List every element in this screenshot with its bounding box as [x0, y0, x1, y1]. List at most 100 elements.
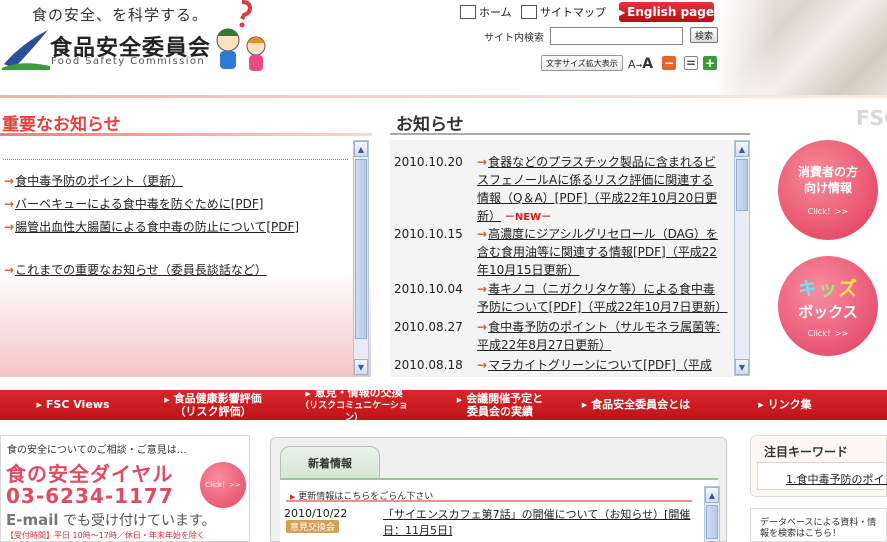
important-link[interactable]: バーベキューによる食中毒を防ぐために[PDF]: [15, 197, 263, 211]
scroll-thumb[interactable]: [736, 159, 748, 211]
arrow-right-icon: →: [4, 220, 15, 234]
list-item: →バーベキューによる食中毒を防ぐために[PDF]: [4, 195, 349, 218]
arrow-right-icon: →: [4, 263, 15, 277]
logo-mark-icon[interactable]: [2, 28, 50, 70]
news-link[interactable]: 食中毒予防のポイント（サルモネラ属菌等: 平成22年8月27日更新）: [477, 320, 720, 352]
important-link[interactable]: 食中毒予防のポイント（更新）: [15, 174, 183, 188]
news-scrollbar[interactable]: ▲ ▼: [734, 140, 750, 376]
consumer-info-button[interactable]: 消費者の方向け情報 Click！>>: [778, 140, 878, 240]
dial-click-button[interactable]: Click！>>: [200, 462, 246, 508]
list-item: →腸管出血性大腸菌による食中毒の防止について[PDF]: [4, 218, 349, 241]
important-title-underline: [0, 133, 372, 136]
list-item: →食中毒予防のポイント（更新）: [4, 172, 349, 195]
kids-click-label: Click！>>: [807, 328, 849, 338]
scroll-thumb[interactable]: [706, 505, 718, 539]
triangle-right-icon: ▶: [758, 401, 764, 409]
keyword-link[interactable]: 1.食中毒予防のポイン: [786, 471, 887, 487]
fsc-watermark: FSC: [856, 106, 887, 130]
nav-about[interactable]: ▶ 食品安全委員会とは: [578, 390, 694, 420]
header-divider: [0, 95, 887, 98]
dial-question: 食の安全についてのご相談・ご意見は…: [7, 445, 187, 456]
latest-scrollbar[interactable]: ▲: [704, 486, 720, 542]
nav-fsc-views[interactable]: ▶ FSC Views: [28, 390, 118, 420]
kids-box-button[interactable]: キッズ ボックス Click！>>: [778, 256, 878, 356]
dial-hours: 【受付時間】平日 10時～17時／休日・年末年始を除く: [6, 531, 205, 540]
site-logo-english: Food Safety Commission: [51, 56, 206, 67]
font-size-indicator: A→A: [628, 56, 654, 72]
font-size-big: A: [642, 56, 654, 72]
important-link[interactable]: 腸管出血性大腸菌による食中毒の防止について[PDF]: [15, 220, 299, 234]
arrow-right-icon: →: [477, 358, 488, 372]
arrow-right-icon: →: [4, 174, 15, 188]
important-scrollbar[interactable]: ▲ ▼: [353, 140, 369, 376]
sitemap-icon: [521, 5, 537, 19]
arrow-right-icon: →: [4, 197, 15, 211]
consumer-info-label: 消費者の方向け情報: [797, 164, 858, 195]
triangle-right-icon: ▶: [581, 401, 588, 409]
font-size-label: 文字サイズ拡大表示: [541, 55, 623, 71]
dial-email-note: E-mail でも受け付けています。: [6, 511, 216, 529]
nav-meetings[interactable]: ▶ 会議開催予定と 委員会の実績: [452, 390, 548, 420]
triangle-right-icon: ▶: [456, 395, 463, 404]
triangle-right-icon: ▶: [619, 7, 626, 17]
dial-phone: 03-6234-1177: [6, 484, 174, 508]
triangle-right-icon: ▶: [305, 389, 311, 398]
triangle-right-icon: ▶: [36, 401, 42, 409]
tab-latest-info[interactable]: 新着情報: [280, 446, 380, 478]
home-icon: [460, 5, 476, 19]
news-link[interactable]: 高濃度にジアシルグリセロール（DAG）を含む食用油等に関連する情報[PDF]（平…: [477, 227, 718, 277]
home-link-label: ホーム: [479, 6, 512, 19]
latest-date: 2010/10/22: [284, 507, 348, 520]
news-date: 2010.10.20: [394, 155, 463, 169]
latest-link[interactable]: 「サイエンスカフェ第7話」の開催について（お知らせ）[開催日：11月5日]: [383, 507, 693, 539]
news-date: 2010.08.27: [394, 320, 463, 334]
news-title-underline: [390, 133, 750, 135]
search-button[interactable]: 検索: [690, 27, 718, 43]
consumer-click-label: Click！>>: [807, 206, 849, 216]
news-date: 2010.08.18: [394, 358, 463, 372]
nav-links[interactable]: ▶ リンク集: [755, 390, 815, 420]
search-label: サイト内検索: [484, 33, 544, 44]
scroll-thumb[interactable]: [355, 159, 367, 339]
arrow-right-icon: →: [477, 227, 488, 241]
font-size-increase-button[interactable]: +: [703, 56, 717, 70]
english-page-button[interactable]: ▶ English page: [619, 2, 714, 22]
important-notices-list: →食中毒予防のポイント（更新） →バーベキューによる食中毒を防ぐために[PDF]…: [4, 172, 349, 284]
keyword-title: 注目キーワード: [764, 445, 849, 459]
latest-hint-underline: [286, 500, 692, 502]
site-search-input[interactable]: [550, 27, 683, 45]
mascot-characters-icon: [216, 0, 266, 71]
arrow-right-icon: →: [477, 320, 488, 334]
kids-title: キッズ: [797, 277, 859, 300]
font-size-reset-button[interactable]: =: [684, 56, 698, 70]
nav-risk-assessment[interactable]: ▶ 食品健康影響評価 （リスク評価）: [158, 390, 268, 420]
sitemap-link[interactable]: サイトマップ: [521, 4, 606, 20]
important-notices-title: 重要なお知らせ: [2, 115, 121, 135]
site-tagline: 食の安全、を科学する。: [32, 6, 209, 24]
news-link[interactable]: マラカイトグリーンについて[PDF]（平成22: [477, 358, 712, 377]
news-link[interactable]: 毒キノコ（ニガクリタケ等）による食中毒予防について[PDF]（平成22年10月7…: [477, 282, 728, 314]
news-date: 2010.10.15: [394, 227, 463, 241]
scroll-up-icon[interactable]: ▲: [354, 141, 368, 157]
arrow-right-icon: →: [477, 155, 488, 169]
dial-name: 食の安全ダイヤル: [6, 462, 174, 486]
scroll-down-icon[interactable]: ▼: [735, 359, 749, 375]
kids-subtitle: ボックス: [798, 302, 858, 321]
nav-risk-communication[interactable]: ▶ 意見・情報の交換 （リスクコミュニケーション）: [298, 386, 410, 423]
list-item: →これまでの重要なお知らせ（委員長談話など）: [4, 261, 349, 284]
english-page-label: English page: [627, 5, 714, 19]
important-archive-link[interactable]: これまでの重要なお知らせ（委員長談話など）: [15, 263, 267, 277]
sitemap-link-label: サイトマップ: [540, 6, 606, 19]
triangle-right-icon: ▶: [164, 395, 170, 404]
scroll-down-icon[interactable]: ▼: [354, 359, 368, 375]
news-date: 2010.10.04: [394, 282, 463, 296]
font-size-decrease-button[interactable]: −: [662, 56, 676, 70]
latest-category-badge: 意見交換会: [286, 520, 340, 533]
header-photo: [716, 0, 887, 98]
home-link[interactable]: ホーム: [460, 4, 512, 20]
scroll-up-icon[interactable]: ▲: [705, 487, 719, 503]
news-panel: 2010.10.20 →食器などのプラスチック製品に含まれるビスフェノールAに係…: [390, 140, 734, 377]
main-nav-bar: ▶ FSC Views ▶ 食品健康影響評価 （リスク評価） ▶ 意見・情報の交換 （…: [0, 386, 887, 423]
scroll-up-icon[interactable]: ▲: [735, 141, 749, 157]
news-title: お知らせ: [396, 115, 464, 135]
